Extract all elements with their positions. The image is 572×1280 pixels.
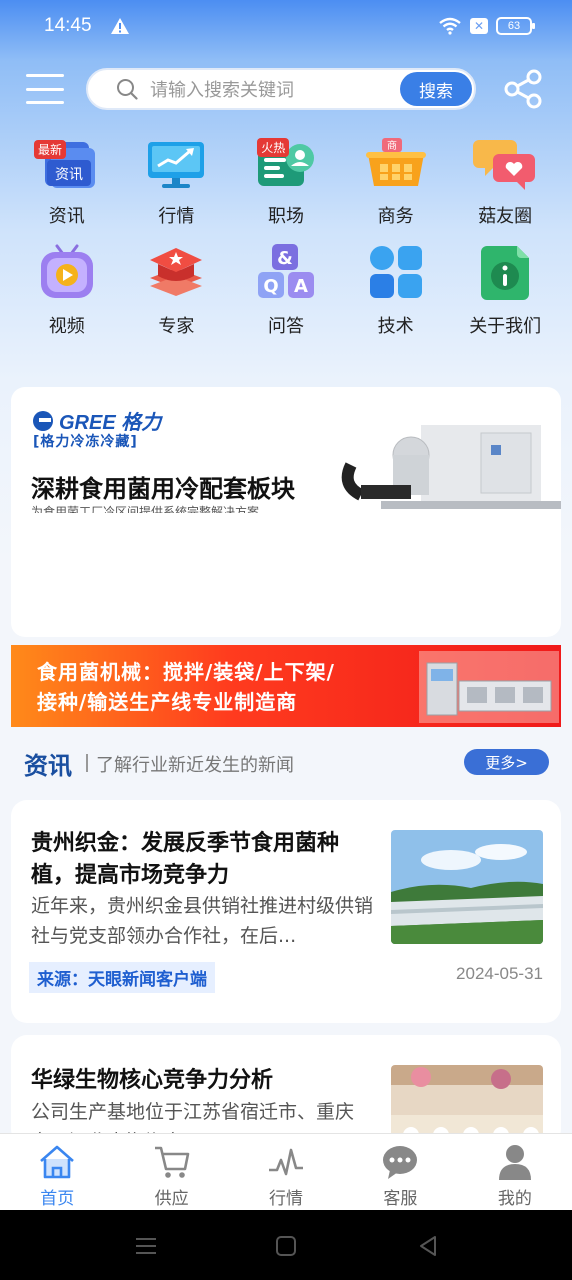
grid-item-market[interactable]: 行情 [122,130,232,240]
grid-label: 问答 [267,316,304,337]
menu-icon-line [26,101,64,104]
battery-icon: 63 [496,17,535,35]
tab-service[interactable]: 客服 [343,1134,457,1210]
chat-bubble-icon [383,1146,418,1179]
grid-item-community[interactable]: 菇友圈 [450,130,560,240]
tab-market[interactable]: 行情 [229,1134,343,1210]
home-nav-icon[interactable] [272,1232,300,1260]
news-thumbnail [391,830,543,944]
grid-item-about[interactable]: 关于我们 [450,240,560,350]
category-grid: 最新 资讯 资讯 行情 火热 职场 商 商务 菇友圈 视频 专家 & Q A 问… [12,130,560,350]
trend-icon [269,1148,304,1176]
battery-level: 63 [507,20,521,32]
grid-item-jobs[interactable]: 火热 职场 [231,130,341,240]
home-icon [40,1145,75,1179]
svg-text:&: & [277,248,293,269]
grid-label: 技术 [377,316,414,337]
svg-text:资讯: 资讯 [55,167,83,183]
grid-label: 职场 [267,206,304,227]
svg-text:A: A [294,276,308,297]
banner-line1: 食用菌机械：搅拌/装袋/上下架/ [37,660,335,684]
grid-item-expert[interactable]: 专家 [122,240,232,350]
tab-label: 行情 [269,1189,304,1209]
grid-label: 资讯 [48,206,85,227]
grid-item-news[interactable]: 最新 资讯 资讯 [12,130,122,240]
chat-heart-icon [473,140,536,190]
news-title: 贵州织金：发展反季节食用菌种植，提高市场竞争力 [31,831,340,888]
banner-title: 深耕食用菌用冷配套板块 [31,475,295,503]
search-row: 请输入搜索关键词 搜索 [0,62,572,116]
news-card[interactable]: 华绿生物核心竞争力分析 公司生产基地位于江苏省宿迁市、重庆市、河北省邯郸市... [11,1035,561,1145]
market-chart-icon [148,142,205,188]
tab-label: 客服 [383,1189,418,1209]
section-divider [86,754,88,772]
search-button[interactable]: 搜索 [400,72,472,106]
news-source: 来源：天眼新闻客户端 [29,962,215,993]
back-icon[interactable] [414,1232,442,1260]
section-title: 资讯 [24,752,72,780]
search-input[interactable]: 请输入搜索关键词 搜索 [86,68,476,110]
warning-icon [110,18,129,34]
tab-mine[interactable]: 我的 [458,1134,572,1210]
banner-line2: 接种/输送生产线专业制造商 [37,690,298,714]
more-button[interactable]: 更多> [464,749,549,775]
about-info-icon [481,246,530,300]
user-icon [498,1145,531,1180]
news-title: 华绿生物核心竞争力分析 [31,1068,274,1093]
ad-banner-machinery[interactable]: 食用菌机械：搅拌/装袋/上下架/ 接种/输送生产线专业制造商 [11,645,561,727]
svg-text:商: 商 [387,139,397,152]
menu-icon-line [26,87,64,91]
wifi-icon [439,17,461,35]
grid-label: 视频 [48,316,85,337]
status-time: 14:45 [44,15,92,36]
section-description: 了解行业新近发生的新闻 [96,755,294,776]
tab-supply[interactable]: 供应 [114,1134,228,1210]
status-bar: 14:45 ✕ 63 [0,0,572,52]
brand-subtitle: [格力冷冻冷藏] [33,434,138,450]
badge-new: 最新 [34,140,67,159]
apps-icon [369,246,422,298]
shopping-basket-icon: 商 [365,138,426,186]
grid-item-video[interactable]: 视频 [12,240,122,350]
svg-text:Q: Q [263,276,278,297]
share-icon[interactable] [502,68,544,110]
tab-label: 供应 [154,1189,189,1209]
tab-label: 我的 [497,1189,532,1209]
menu-icon-line [26,74,64,77]
grid-label: 关于我们 [469,316,542,337]
expert-icon [150,248,203,296]
badge-hot: 火热 [257,138,290,157]
grid-item-tech[interactable]: 技术 [341,240,451,350]
grid-item-qa[interactable]: & Q A 问答 [231,240,341,350]
system-navigation-bar [0,1210,572,1280]
news-card[interactable]: 贵州织金：发展反季节食用菌种植，提高市场竞争力 近年来，贵州织金县供销社推进村级… [11,800,561,1023]
news-summary: 公司生产基地位于江苏省宿迁市、重庆市、河北省邯郸市... [31,1101,355,1133]
tab-home[interactable]: 首页 [0,1134,114,1210]
video-play-icon [40,244,93,298]
grid-item-business[interactable]: 商 商务 [341,130,451,240]
grid-label: 商务 [377,206,414,227]
tab-label: 首页 [40,1189,75,1209]
qa-icon: & Q A [257,244,314,298]
grid-label: 菇友圈 [478,206,533,227]
recents-icon[interactable] [132,1232,160,1260]
grid-label: 专家 [158,316,195,337]
bottom-tab-bar: 首页 供应 行情 客服 我的 [0,1133,572,1210]
news-summary: 近年来，贵州织金县供销社推进村级供销社与党支部领办合作社，在后... [31,895,374,947]
cart-icon [154,1146,189,1178]
search-placeholder: 请输入搜索关键词 [150,80,294,101]
grid-label: 行情 [158,206,195,227]
sim-off-icon: ✕ [470,18,488,34]
menu-button[interactable] [26,70,64,108]
production-line-image [419,651,559,723]
search-icon [117,79,138,100]
news-date: 2024-05-31 [456,964,543,983]
news-section-header: 资讯 了解行业新近发生的新闻 更多> [0,740,572,786]
ad-banner-gree[interactable]: GREE 格力 [格力冷冻冷藏] 深耕食用菌用冷配套板块 为食用菌工厂冷区间提供… [11,387,561,637]
banner-text: 食用菌机械：搅拌/装袋/上下架/ 接种/输送生产线专业制造商 [37,657,417,717]
chiller-machine-image [341,415,561,515]
banner-subtitle: 为食用菌工厂冷区间提供系统完整解决方案 [31,505,260,513]
